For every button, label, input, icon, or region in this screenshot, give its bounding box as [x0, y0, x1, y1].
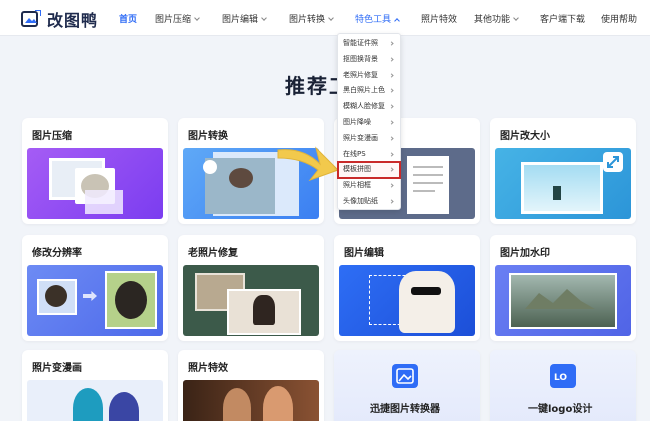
- card-image: [183, 380, 319, 421]
- chevron-right-icon: [389, 120, 394, 125]
- logo-icon: [21, 10, 41, 28]
- logo[interactable]: 改图鸭: [21, 7, 98, 31]
- nav-image-compress[interactable]: 图片压缩: [155, 12, 200, 25]
- expand-icon: [603, 152, 623, 172]
- chevron-down-icon: [328, 15, 334, 21]
- card-title: 图片压缩: [32, 131, 72, 142]
- card-image: [495, 148, 631, 219]
- menu-item-face-restore[interactable]: 模糊人脸修复: [338, 99, 400, 115]
- chevron-right-icon: [389, 104, 394, 109]
- menu-item-cutout-background[interactable]: 抠图换背景: [338, 52, 400, 68]
- chevron-down-icon: [194, 15, 200, 21]
- image-icon: [392, 364, 418, 388]
- card-title: 照片特效: [188, 363, 228, 374]
- nav-image-edit[interactable]: 图片编辑: [222, 12, 267, 25]
- card-title: 老照片修复: [188, 248, 238, 259]
- nav-home[interactable]: 首页: [119, 12, 137, 25]
- card-title: 迅捷图片转换器: [370, 404, 440, 415]
- card-title: 修改分辨率: [32, 248, 82, 259]
- tool-card-old-photo-restore[interactable]: 老照片修复: [178, 235, 324, 341]
- card-image: [183, 265, 319, 336]
- tool-card-add-watermark[interactable]: 图片加水印: [490, 235, 636, 341]
- menu-item-label: 在线PS: [343, 149, 366, 158]
- special-tools-dropdown: 智能证件照 抠图换背景 老照片修复 黑白照片上色 模糊人脸修复 图片降噪 照片变…: [337, 33, 401, 210]
- chevron-right-icon: [389, 88, 394, 94]
- menu-item-label: 抠图换背景: [343, 54, 378, 63]
- menu-item-label: 照片相框: [343, 181, 371, 190]
- card-image: [339, 265, 475, 336]
- nav-label: 图片压缩: [155, 15, 192, 25]
- svg-text:LO: LO: [554, 373, 567, 383]
- menu-item-label: 图片降噪: [343, 117, 371, 126]
- card-image: [27, 265, 163, 336]
- tool-card-photo-to-cartoon[interactable]: 照片变漫画: [22, 350, 168, 421]
- nav-special-tools[interactable]: 特色工具: [355, 12, 400, 25]
- top-nav: 改图鸭 首页 图片压缩 图片编辑 图片转换 特色工具 照片特效 其他功能 客户端…: [0, 0, 650, 36]
- tool-card-image-compress[interactable]: 图片压缩: [22, 118, 168, 224]
- chevron-down-icon: [261, 15, 267, 21]
- nav-other-features[interactable]: 其他功能: [474, 12, 519, 25]
- chevron-right-icon: [389, 72, 394, 78]
- menu-item-label: 老照片修复: [343, 70, 378, 79]
- nav-help[interactable]: 使用帮助: [601, 12, 637, 25]
- menu-item-template-collage[interactable]: 模板拼图: [337, 161, 401, 180]
- nav-label: 特色工具: [355, 15, 392, 25]
- pointer-arrow-icon: [277, 146, 339, 182]
- tool-card-change-resolution[interactable]: 修改分辨率: [22, 235, 168, 341]
- menu-item-label: 黑白照片上色: [343, 86, 385, 95]
- chevron-right-icon: [389, 183, 394, 188]
- tool-card-logo-design[interactable]: LO 一键logo设计: [490, 350, 636, 421]
- brand-name: 改图鸭: [47, 11, 99, 30]
- menu-item-label: 智能证件照: [343, 39, 378, 47]
- tool-card-resize-image[interactable]: 图片改大小: [490, 118, 636, 224]
- menu-item-photo-frame[interactable]: 照片相框: [338, 178, 400, 194]
- card-image: [495, 265, 631, 336]
- chevron-right-icon: [389, 199, 394, 204]
- menu-item-smart-id-photo[interactable]: 智能证件照: [338, 36, 400, 52]
- logo-design-icon: LO: [550, 364, 576, 388]
- nav-image-convert[interactable]: 图片转换: [289, 12, 334, 25]
- tool-card-image-converter-app[interactable]: 迅捷图片转换器: [334, 350, 480, 421]
- chevron-right-icon: [389, 136, 394, 141]
- menu-item-avatar-stickers[interactable]: 头像加贴纸: [338, 194, 400, 210]
- chevron-up-icon: [394, 18, 400, 24]
- menu-item-colorize[interactable]: 黑白照片上色: [338, 83, 400, 99]
- card-title: 一键logo设计: [528, 404, 593, 415]
- menu-item-photo-to-cartoon[interactable]: 照片变漫画: [338, 131, 400, 147]
- nav-label: 图片转换: [289, 15, 326, 25]
- tool-card-image-editor[interactable]: 图片编辑: [334, 235, 480, 341]
- nav-client-download[interactable]: 客户端下载: [540, 12, 585, 25]
- chevron-right-icon: [389, 41, 394, 46]
- tool-card-photo-effects[interactable]: 照片特效: [178, 350, 324, 421]
- menu-item-denoise[interactable]: 图片降噪: [338, 115, 400, 131]
- card-title: 图片编辑: [344, 248, 384, 259]
- menu-item-old-photo-restore[interactable]: 老照片修复: [338, 68, 400, 84]
- card-title: 图片转换: [188, 131, 228, 142]
- nav-label: 图片编辑: [222, 15, 259, 25]
- chevron-right-icon: [389, 167, 394, 172]
- menu-item-label: 照片变漫画: [343, 133, 378, 142]
- card-title: 照片变漫画: [32, 363, 82, 374]
- menu-item-label: 头像加贴纸: [343, 196, 378, 205]
- menu-item-label: 模板拼图: [343, 165, 371, 174]
- card-title: 图片加水印: [500, 248, 550, 259]
- menu-item-online-ps[interactable]: 在线PS: [338, 147, 400, 163]
- chevron-right-icon: [389, 151, 394, 157]
- menu-item-label: 模糊人脸修复: [343, 102, 385, 111]
- chevron-right-icon: [389, 57, 394, 62]
- nav-label: 其他功能: [474, 15, 511, 25]
- chevron-down-icon: [513, 15, 519, 21]
- card-image: [27, 148, 163, 219]
- card-title: 图片改大小: [500, 131, 550, 142]
- card-image: [27, 380, 163, 421]
- nav-photo-effects[interactable]: 照片特效: [421, 12, 457, 25]
